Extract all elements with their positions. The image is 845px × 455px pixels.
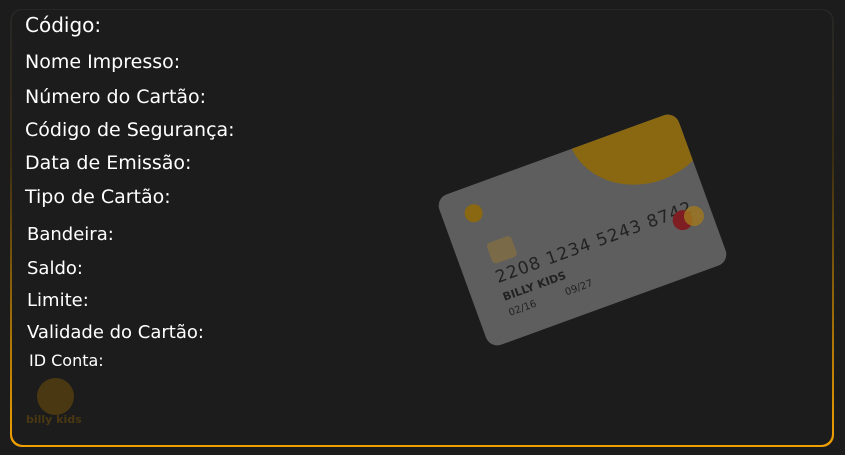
field-numero-cartao: Número do Cartão:	[25, 86, 207, 108]
field-id-conta: ID Conta:	[29, 351, 104, 370]
field-codigo-seguranca: Código de Segurança:	[25, 119, 235, 141]
card-logo-icon	[462, 201, 486, 225]
chip-icon	[485, 234, 518, 265]
card-number: 2208 1234 5243 8742	[492, 197, 696, 288]
card-expires: 09/27	[563, 278, 595, 299]
field-codigo: Código:	[25, 13, 102, 37]
billy-kids-logo: billy kids	[26, 378, 86, 430]
card-issued: 02/16	[507, 298, 539, 319]
field-tipo-cartao: Tipo de Cartão:	[25, 186, 171, 208]
field-saldo: Saldo:	[27, 258, 83, 279]
field-nome-impresso: Nome Impresso:	[25, 51, 181, 73]
field-validade-cartao: Validade do Cartão:	[27, 322, 204, 343]
field-bandeira: Bandeira:	[27, 224, 114, 245]
field-limite: Limite:	[27, 290, 89, 311]
field-data-emissao: Data de Emissão:	[25, 152, 192, 174]
